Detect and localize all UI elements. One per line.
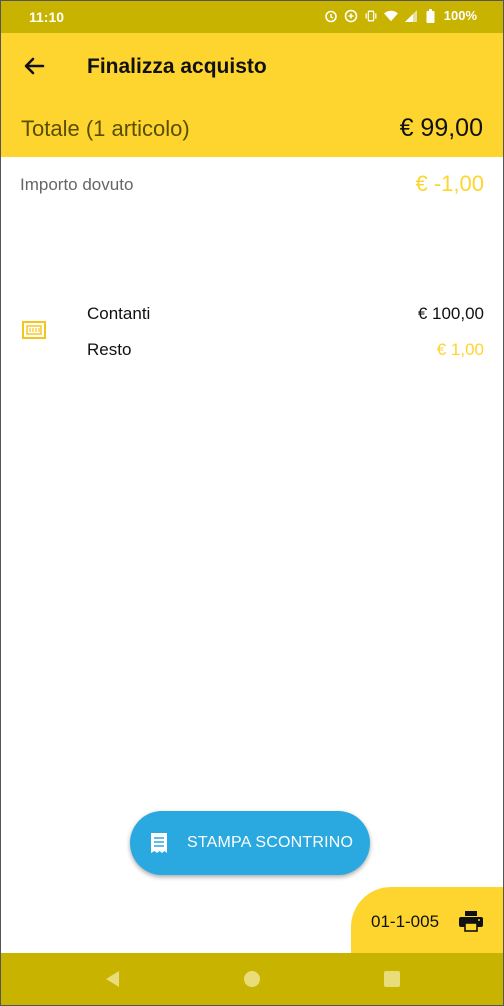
printer-id: 01-1-005 [371,912,440,931]
change-label: Resto [87,340,132,359]
app-bar: Finalizza acquisto [1,33,503,101]
status-icons: 100% [324,8,477,23]
nav-recents-icon[interactable] [382,969,402,989]
vibrate-icon [364,9,378,23]
wifi-icon [383,9,398,23]
data-saver-icon [344,9,358,23]
payment-method-amount: € 100,00 [417,304,484,323]
receipt-icon [148,832,170,854]
totals-bar: Totale (1 articolo) € 99,00 [1,101,503,157]
total-amount: € 99,00 [399,114,483,142]
arrow-back-icon[interactable] [21,53,47,79]
printer-icon [458,910,484,932]
payment-method-label: Contanti [87,304,151,323]
print-receipt-button[interactable]: STAMPA SCONTRINO [130,811,370,875]
nav-back-icon[interactable] [103,969,123,989]
print-receipt-label: STAMPA SCONTRINO [187,834,354,851]
status-bar: 11:10 100% [1,1,503,33]
status-time: 11:10 [29,9,65,25]
total-label: Totale (1 articolo) [21,116,190,141]
page-title: Finalizza acquisto [87,55,267,78]
nav-home-icon[interactable] [242,969,262,989]
signal-icon [404,9,418,23]
battery-percent: 100% [443,8,477,23]
change-amount: € 1,00 [436,340,484,359]
amount-due-label: Importo dovuto [20,175,134,194]
alarm-icon [324,9,338,23]
amount-due-value: € -1,00 [415,171,485,196]
battery-icon [424,8,438,23]
cash-icon [22,320,46,340]
system-nav-bar [1,953,503,1005]
printer-selector[interactable]: 01-1-005 [351,887,503,953]
